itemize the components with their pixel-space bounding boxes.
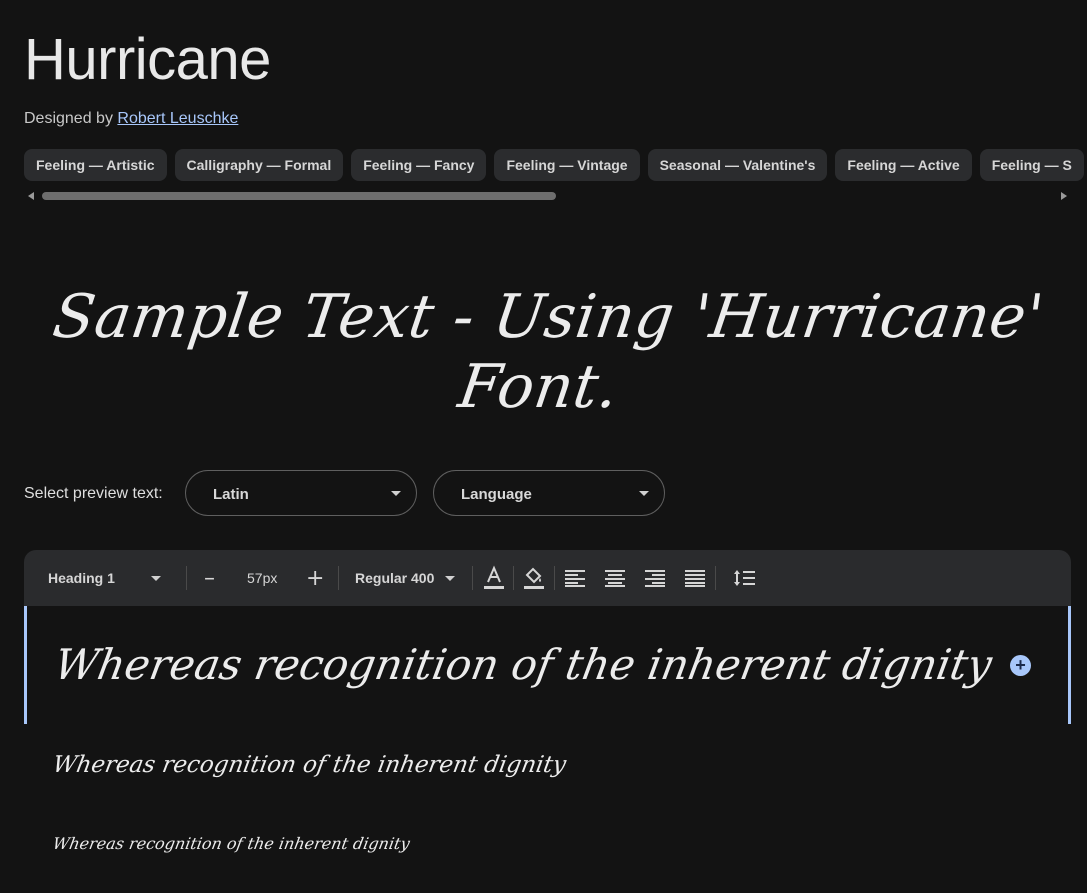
chevron-down-icon	[639, 491, 649, 496]
tag-scrollbar[interactable]	[24, 189, 1071, 203]
designer-prefix: Designed by	[24, 110, 113, 127]
sample-text-large[interactable]: Whereas recognition of the inherent dign…	[51, 640, 996, 689]
tag-chip[interactable]: Feeling — Vintage	[494, 149, 640, 181]
align-justify-icon	[685, 570, 705, 587]
sample-text-medium[interactable]: Whereas recognition of the inherent dign…	[51, 752, 568, 778]
scroll-right-arrow-icon[interactable]	[1061, 192, 1067, 200]
language-select[interactable]: Language	[433, 470, 665, 516]
scroll-thumb[interactable]	[42, 192, 556, 200]
toolbar-divider	[186, 566, 187, 590]
chevron-down-icon	[151, 576, 161, 581]
decrease-size-button[interactable]: –	[204, 550, 215, 606]
script-select-value: Latin	[213, 486, 249, 503]
weight-select[interactable]: Regular 400	[355, 550, 459, 606]
toolbar-divider	[554, 566, 555, 590]
tag-chip[interactable]: Feeling — Active	[835, 149, 972, 181]
designer-credit: Designed by Robert Leuschke	[24, 110, 238, 128]
text-color-button[interactable]	[483, 550, 505, 606]
fill-color-icon	[524, 567, 544, 589]
align-left-button[interactable]	[565, 550, 585, 606]
toolbar-divider	[338, 566, 339, 590]
toolbar-divider	[513, 566, 514, 590]
tag-chip[interactable]: Feeling — Artistic	[24, 149, 167, 181]
font-size-value[interactable]: 57px	[247, 550, 277, 606]
line-height-button[interactable]	[733, 550, 755, 606]
fill-color-button[interactable]	[523, 550, 545, 606]
align-center-button[interactable]	[605, 550, 625, 606]
font-size-label: 57px	[247, 570, 278, 586]
active-sample-editor[interactable]: Whereas recognition of the inherent dign…	[24, 606, 1071, 724]
weight-select-value: Regular 400	[355, 570, 435, 586]
increase-size-button[interactable]: +	[306, 550, 324, 606]
script-select[interactable]: Latin	[185, 470, 417, 516]
scroll-left-arrow-icon[interactable]	[28, 192, 34, 200]
tag-list: Feeling — Artistic Calligraphy — Formal …	[24, 149, 1087, 181]
sample-text-small[interactable]: Whereas recognition of the inherent dign…	[51, 834, 411, 853]
style-select[interactable]: Heading 1	[48, 550, 164, 606]
align-justify-button[interactable]	[685, 550, 705, 606]
chevron-down-icon	[445, 576, 455, 581]
align-center-icon	[605, 570, 625, 587]
tag-chip[interactable]: Calligraphy — Formal	[174, 149, 344, 181]
chevron-down-icon	[391, 491, 401, 496]
align-right-icon	[645, 570, 665, 587]
language-select-value: Language	[461, 486, 532, 503]
plus-icon: +	[306, 565, 325, 591]
hero-sample-text: Sample Text - Using 'Hurricane' Font.	[48, 282, 1049, 422]
tag-chip[interactable]: Feeling — S	[979, 149, 1084, 181]
line-height-icon	[734, 570, 755, 586]
text-color-icon	[484, 565, 504, 589]
style-select-value: Heading 1	[48, 570, 115, 586]
tag-chip[interactable]: Feeling — Fancy	[351, 149, 487, 181]
preview-text-label: Select preview text:	[24, 485, 163, 502]
minus-icon: –	[204, 565, 215, 591]
align-right-button[interactable]	[645, 550, 665, 606]
align-left-icon	[565, 570, 585, 587]
font-title: Hurricane	[24, 27, 271, 92]
toolbar-divider	[715, 566, 716, 590]
add-icon[interactable]: +	[1010, 655, 1031, 676]
toolbar-divider	[472, 566, 473, 590]
editor-toolbar: Heading 1 – 57px + Regular 400	[24, 550, 1071, 606]
designer-link[interactable]: Robert Leuschke	[117, 110, 238, 127]
tag-chip[interactable]: Seasonal — Valentine's	[647, 149, 828, 181]
